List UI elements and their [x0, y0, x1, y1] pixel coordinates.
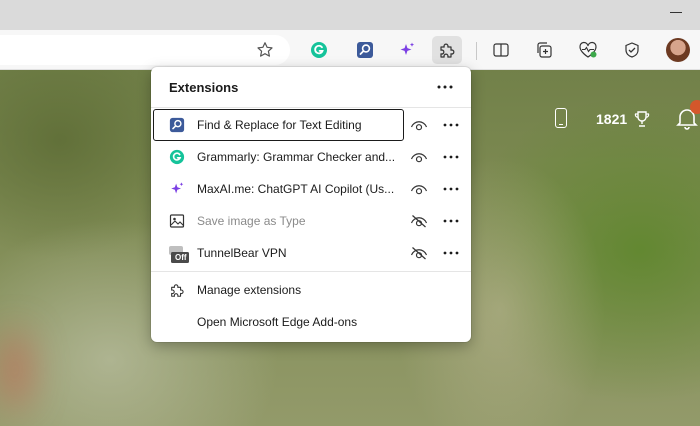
panel-divider [151, 271, 471, 272]
tunnelbear-icon: Off [167, 244, 189, 264]
browser-essentials-button[interactable] [573, 36, 603, 64]
browser-toolbar [0, 30, 700, 70]
open-addons-label: Open Microsoft Edge Add-ons [197, 315, 358, 329]
manage-extensions-item[interactable]: Manage extensions [151, 274, 471, 306]
extension-name: Find & Replace for Text Editing [197, 118, 362, 132]
grammarly-icon [169, 149, 185, 165]
extensions-panel: Extensions Find & Replace for Text Editi… [151, 67, 471, 342]
maxai-sparkle-icon [400, 42, 415, 55]
trophy-icon[interactable] [633, 110, 651, 128]
manage-extensions-label: Manage extensions [197, 283, 302, 297]
puzzle-icon [440, 43, 455, 58]
extension-row-save-image[interactable]: Save image as Type [151, 205, 471, 237]
eye-icon[interactable] [410, 150, 428, 164]
extension-more-options-button[interactable] [440, 181, 462, 197]
extension-name: Grammarly: Grammar Checker and... [197, 150, 396, 164]
more-options-icon [443, 187, 459, 191]
background-blur-shape [0, 330, 30, 410]
tunnelbear-off-badge: Off [175, 253, 187, 262]
collections-icon [537, 42, 552, 58]
extension-name: MaxAI.me: ChatGPT AI Copilot (Us... [197, 182, 395, 196]
maxai-toolbar-button[interactable] [392, 36, 422, 64]
extension-row-grammarly[interactable]: Grammarly: Grammar Checker and... [151, 141, 471, 173]
more-options-icon [443, 219, 459, 223]
panel-title: Extensions [169, 80, 239, 95]
shield-check-icon [625, 42, 639, 58]
find-replace-icon [169, 117, 185, 133]
panel-divider [151, 107, 471, 108]
collections-button[interactable] [529, 36, 559, 64]
find-replace-toolbar-button[interactable] [350, 36, 380, 64]
extension-name: Save image as Type [197, 214, 306, 228]
more-options-icon [443, 123, 459, 127]
puzzle-icon [171, 284, 184, 297]
more-options-icon [443, 155, 459, 159]
toolbar-separator [476, 42, 477, 60]
extension-more-options-button[interactable] [440, 149, 462, 165]
eye-icon[interactable] [410, 118, 428, 132]
extensions-toolbar-button[interactable] [432, 36, 462, 64]
extension-row-find-replace[interactable]: Find & Replace for Text Editing [151, 109, 471, 141]
phone-icon[interactable] [555, 108, 567, 128]
maxai-sparkle-icon [169, 181, 185, 197]
eye-hidden-icon[interactable] [410, 214, 428, 228]
extension-row-tunnelbear[interactable]: Off TunnelBear VPN [151, 237, 471, 269]
copilot-button[interactable] [617, 36, 647, 64]
split-screen-icon [493, 43, 509, 57]
heart-pulse-icon [579, 41, 597, 58]
rewards-points[interactable]: 1821 [596, 111, 627, 127]
eye-hidden-icon[interactable] [410, 246, 428, 260]
panel-more-options-button[interactable] [433, 77, 457, 97]
extension-more-options-button[interactable] [440, 213, 462, 229]
profile-avatar[interactable] [666, 38, 690, 62]
extension-more-options-button[interactable] [440, 117, 462, 133]
extension-name: TunnelBear VPN [197, 246, 287, 260]
address-bar[interactable] [0, 35, 290, 65]
grammarly-toolbar-button[interactable] [304, 36, 334, 64]
open-addons-item[interactable]: Open Microsoft Edge Add-ons [151, 306, 471, 338]
extension-row-maxai[interactable]: MaxAI.me: ChatGPT AI Copilot (Us... [151, 173, 471, 205]
grammarly-icon [311, 42, 327, 58]
eye-icon[interactable] [410, 182, 428, 196]
extension-more-options-button[interactable] [440, 245, 462, 261]
find-replace-icon [357, 42, 373, 58]
image-icon [169, 213, 185, 229]
tab-strip [0, 0, 700, 30]
more-options-icon [437, 85, 453, 89]
minimize-icon[interactable] [670, 12, 682, 13]
split-screen-button[interactable] [486, 36, 516, 64]
notification-badge [690, 100, 700, 114]
more-options-icon [443, 251, 459, 255]
favorite-star-icon[interactable] [256, 41, 274, 59]
